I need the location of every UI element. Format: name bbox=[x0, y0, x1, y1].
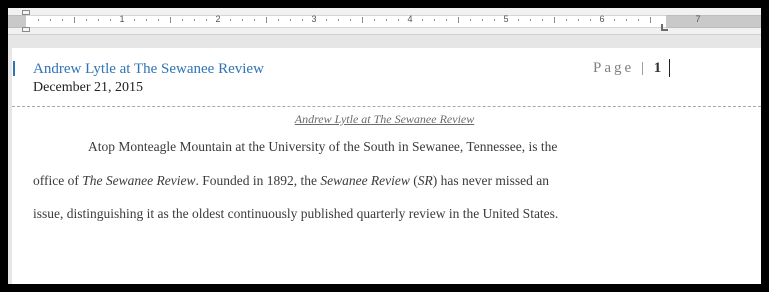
line2-italic-a: The Sewanee Review bbox=[82, 173, 196, 188]
line2-text-c: ( bbox=[409, 173, 418, 188]
left-indent-marker[interactable] bbox=[22, 27, 30, 32]
page-separator: | bbox=[640, 60, 647, 76]
ruler-tick bbox=[158, 19, 159, 21]
ruler-tick bbox=[170, 17, 171, 23]
ruler-tick bbox=[242, 19, 243, 21]
ruler-tick bbox=[98, 19, 99, 21]
header-date[interactable]: December 21, 2015 bbox=[33, 80, 143, 96]
ruler-tick bbox=[194, 19, 195, 21]
line2-text-d: ) has never missed an bbox=[432, 173, 550, 188]
line2-text-b: . Founded in 1892, the bbox=[195, 173, 321, 188]
ruler-tick bbox=[146, 19, 147, 21]
ruler-number: 5 bbox=[503, 14, 509, 24]
ruler-tick bbox=[446, 19, 447, 21]
ruler-tick bbox=[518, 19, 519, 21]
text-cursor bbox=[669, 59, 670, 77]
ruler-tick bbox=[38, 19, 39, 21]
ruler-tick bbox=[554, 17, 555, 23]
page-number-field[interactable]: Page | 1 bbox=[593, 60, 661, 77]
header-marker bbox=[13, 61, 15, 76]
page-number: 1 bbox=[653, 60, 662, 76]
ruler-tick bbox=[614, 19, 615, 21]
ruler-tick bbox=[638, 19, 639, 21]
ruler-tick bbox=[434, 19, 435, 21]
ruler-number: 7 bbox=[695, 14, 701, 24]
ruler-number: 1 bbox=[119, 14, 125, 24]
ruler-tick bbox=[530, 19, 531, 21]
ruler-tick bbox=[62, 19, 63, 21]
ruler-tick bbox=[398, 19, 399, 21]
ruler-tick bbox=[86, 19, 87, 21]
ruler-tick bbox=[470, 19, 471, 21]
ruler-tick bbox=[374, 19, 375, 21]
ruler-tick bbox=[350, 19, 351, 21]
ruler-tick bbox=[206, 19, 207, 21]
ruler-number: 6 bbox=[599, 14, 605, 24]
header-divider bbox=[12, 106, 761, 107]
ruler-number: 3 bbox=[311, 14, 317, 24]
ruler-tick bbox=[338, 19, 339, 21]
ruler-tick bbox=[626, 19, 627, 21]
horizontal-ruler[interactable]: 1 2 3 4 5 6 7 bbox=[8, 8, 761, 35]
body-paragraph-line-1[interactable]: Atop Monteagle Mountain at the Universit… bbox=[88, 139, 557, 155]
ruler-tick bbox=[578, 19, 579, 21]
first-line-indent-marker[interactable] bbox=[22, 10, 30, 15]
page-label: Page bbox=[593, 60, 635, 76]
line2-italic-b: Sewanee Review bbox=[320, 173, 410, 188]
ruler-tick bbox=[566, 19, 567, 21]
ruler-tick bbox=[290, 19, 291, 21]
document-title[interactable]: Andrew Lytle at The Sewanee Review bbox=[8, 112, 761, 127]
line2-italic-c: SR bbox=[417, 173, 433, 188]
ruler-tick bbox=[494, 19, 495, 21]
line2-text-a: office of bbox=[33, 173, 83, 188]
ruler-right-margin bbox=[666, 15, 761, 28]
ruler-tick bbox=[266, 17, 267, 23]
ruler-number: 2 bbox=[215, 14, 221, 24]
ruler-tick bbox=[182, 19, 183, 21]
body-paragraph-line-2[interactable]: office of The Sewanee Review. Founded in… bbox=[33, 173, 549, 189]
ruler-tick bbox=[386, 19, 387, 21]
ruler-tick bbox=[134, 19, 135, 21]
header-title[interactable]: Andrew Lytle at The Sewanee Review bbox=[33, 61, 264, 78]
ruler-tick bbox=[74, 17, 75, 23]
ruler-tick bbox=[482, 19, 483, 21]
ruler-tick bbox=[50, 19, 51, 21]
ruler-tick bbox=[326, 19, 327, 21]
ruler-tick bbox=[278, 19, 279, 21]
page-gap bbox=[8, 35, 761, 48]
ruler-tick bbox=[362, 17, 363, 23]
right-tab-stop-icon[interactable] bbox=[661, 24, 668, 31]
ruler-tick bbox=[110, 19, 111, 21]
ruler-tick bbox=[590, 19, 591, 21]
ruler-tick bbox=[422, 19, 423, 21]
ruler-tick bbox=[458, 17, 459, 23]
ruler-tick bbox=[302, 19, 303, 21]
word-document-window: 1 2 3 4 5 6 7 Andrew Lytle at The Sewanee Revi… bbox=[8, 8, 761, 284]
ruler-tick bbox=[254, 19, 255, 21]
ruler-tick bbox=[650, 17, 651, 23]
ruler-number: 4 bbox=[407, 14, 413, 24]
ruler-tick bbox=[542, 19, 543, 21]
ruler-tick bbox=[230, 19, 231, 21]
body-paragraph-line-3[interactable]: issue, distinguishing it as the oldest c… bbox=[33, 206, 558, 222]
